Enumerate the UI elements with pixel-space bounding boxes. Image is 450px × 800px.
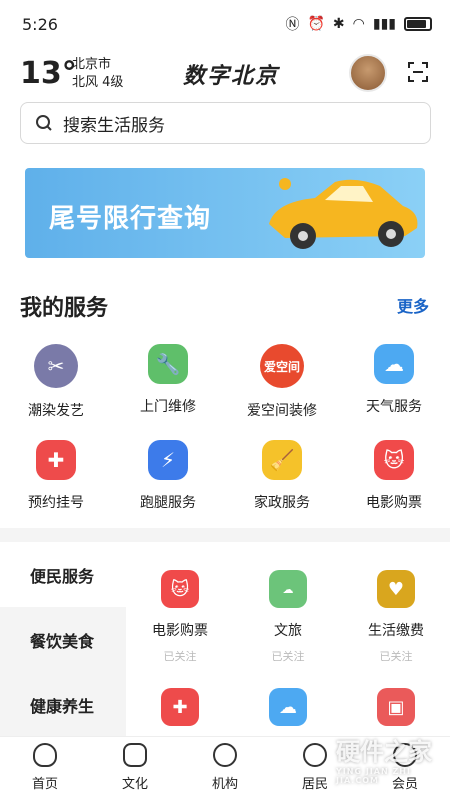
service-housekeeping[interactable]: 🧹 家政服务 (226, 436, 338, 512)
salon-icon: ✂ (34, 344, 78, 388)
wind-info: 北风 4级 (72, 75, 124, 90)
category-service-movie[interactable]: 🐱 电影购票 已关注 (126, 570, 234, 664)
tab-label: 首页 (31, 777, 58, 792)
cloud-icon: ☁ (269, 570, 307, 608)
scan-icon[interactable] (407, 61, 429, 83)
tab-label: 机构 (211, 777, 238, 792)
service-label: 电影购票 (152, 623, 208, 639)
category-convenience[interactable]: 便民服务 (0, 542, 126, 607)
service-label: 电影购票 (366, 495, 422, 511)
service-label: 生活缴费 (368, 623, 424, 639)
avatar[interactable] (349, 54, 387, 92)
movie-cat-icon: 🐱 (161, 570, 199, 608)
search-input[interactable]: 搜索生活服务 (20, 102, 431, 144)
category-health[interactable]: 健康养生 (0, 672, 126, 737)
app-logo: 数字北京 (183, 63, 280, 89)
search-icon (36, 115, 52, 131)
category-service-box[interactable]: ▣ (342, 688, 450, 726)
category-food[interactable]: 餐饮美食 (0, 607, 126, 672)
status-bar: 5:26 Ⓝ ⏰ ✱ ◠ ▮▮▮ (0, 0, 450, 48)
weather-icon: ☁ (269, 688, 307, 726)
more-link[interactable]: 更多 (397, 293, 429, 317)
category-nav: 便民服务 餐饮美食 健康养生 (0, 542, 126, 737)
service-label: 预约挂号 (28, 495, 84, 511)
heart-pay-icon: ♥ (377, 570, 415, 608)
medical-cross-icon: ✚ (161, 688, 199, 726)
banner-text: 尾号限行查询 (49, 204, 212, 234)
watermark-subtext: YING JIAN ZHI JIA.COM (336, 767, 411, 785)
header: 13° 北京市 北风 4级 数字北京 (0, 50, 450, 96)
category-service-weather[interactable]: ☁ (234, 688, 342, 726)
tab-home[interactable]: 首页 (0, 737, 90, 800)
aikongjian-icon: 爱空间 (260, 344, 304, 388)
wrench-icon: 🔧 (148, 344, 188, 384)
service-appointment[interactable]: ✚ 预约挂号 (0, 436, 112, 512)
broom-icon: 🧹 (262, 440, 302, 480)
search-placeholder: 搜索生活服务 (63, 115, 165, 136)
status-icons: Ⓝ ⏰ ✱ ◠ ▮▮▮ (285, 14, 432, 34)
phone-icon (213, 743, 237, 767)
city-name: 北京市 (72, 57, 112, 72)
section-divider (0, 528, 450, 542)
wifi-icon: ◠ (352, 16, 365, 32)
culture-icon (123, 743, 147, 767)
home-icon (33, 743, 57, 767)
weather-icon: ☁ (374, 344, 414, 384)
follow-status: 已关注 (163, 650, 197, 663)
category-service-culture-tourism[interactable]: ☁ 文旅 已关注 (234, 570, 342, 664)
service-renovation[interactable]: 爱空间 爱空间装修 (226, 340, 338, 420)
category-service-medical[interactable]: ✚ (126, 688, 234, 726)
medical-cross-icon: ✚ (36, 440, 76, 480)
service-weather[interactable]: ☁ 天气服务 (338, 340, 450, 416)
tab-label: 文化 (121, 777, 148, 792)
watermark: 硬件之家 YING JIAN ZHI JIA.COM (290, 732, 450, 786)
service-repair[interactable]: 🔧 上门维修 (112, 340, 224, 416)
tab-institution[interactable]: 机构 (180, 737, 270, 800)
follow-status: 已关注 (271, 650, 305, 663)
watermark-text: 硬件之家 (336, 738, 432, 766)
service-label: 上门维修 (140, 399, 196, 415)
lightning-icon: ⚡ (148, 440, 188, 480)
my-services-title: 我的服务 (20, 296, 109, 321)
movie-cat-icon: 🐱 (374, 440, 414, 480)
alarm-icon: ⏰ (307, 16, 325, 32)
service-salon[interactable]: ✂ 潮染发艺 (0, 340, 112, 420)
service-label: 爱空间装修 (247, 403, 317, 419)
battery-icon (404, 17, 432, 31)
bluetooth-icon: ✱ (332, 16, 345, 32)
service-label: 文旅 (274, 623, 302, 639)
box-icon: ▣ (377, 688, 415, 726)
service-movie[interactable]: 🐱 电影购票 (338, 436, 450, 512)
signal-icon: ▮▮▮ (372, 16, 396, 32)
status-time: 5:26 (22, 14, 58, 34)
license-plate-banner[interactable]: 尾号限行查询 (25, 168, 425, 258)
service-label: 潮染发艺 (28, 403, 84, 419)
category-service-utility[interactable]: ♥ 生活缴费 已关注 (342, 570, 450, 664)
temperature[interactable]: 13° (20, 56, 77, 91)
follow-status: 已关注 (379, 650, 413, 663)
service-label: 天气服务 (366, 399, 422, 415)
weather-location[interactable]: 北京市 北风 4级 (72, 56, 123, 92)
car-illustration (269, 178, 418, 249)
tab-culture[interactable]: 文化 (90, 737, 180, 800)
service-label: 家政服务 (254, 495, 310, 511)
service-label: 跑腿服务 (140, 495, 196, 511)
nfc-icon: Ⓝ (285, 17, 300, 33)
service-errand[interactable]: ⚡ 跑腿服务 (112, 436, 224, 512)
